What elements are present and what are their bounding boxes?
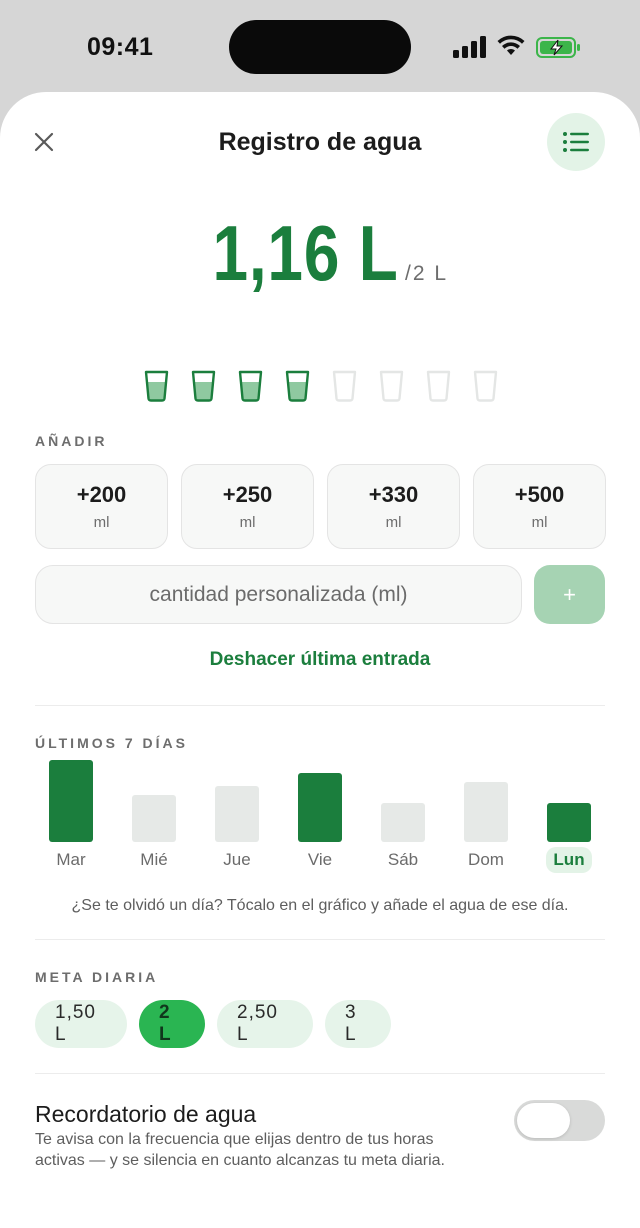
quick-add-unit: ml: [385, 514, 402, 531]
add-section-label: AÑADIR: [35, 433, 108, 449]
glass-filled-icon: [191, 370, 216, 402]
quick-add-amount: +330: [368, 482, 419, 507]
divider: [35, 939, 605, 940]
goal-option-1-5l[interactable]: 1,50 L: [35, 1000, 127, 1048]
history-bar-sáb[interactable]: [381, 803, 425, 842]
intake-goal: /2 L: [405, 262, 449, 285]
status-time: 09:41: [87, 33, 154, 61]
intake-value: 1,16 L: [212, 209, 399, 297]
reminder-description: Te avisa con la frecuencia que elijas de…: [35, 1131, 445, 1169]
history-day-label[interactable]: Sáb: [368, 850, 438, 870]
glass-filled-icon: [144, 370, 169, 402]
history-day-label[interactable]: Mié: [119, 850, 189, 870]
quick-add-buttons: +200 ml +250 ml +330 ml +500 ml: [35, 464, 606, 549]
glass-empty-icon: [379, 370, 404, 402]
goal-option-3l[interactable]: 3 L: [325, 1000, 391, 1048]
history-list-button[interactable]: [547, 113, 605, 171]
history-chart: Mar Mié Jue Vie Sáb Dom Lun: [35, 758, 605, 883]
water-log-sheet: Registro de agua 1,16 L /2 L AÑADIR +200…: [0, 92, 640, 1228]
history-bar-vie[interactable]: [298, 773, 342, 842]
status-bar: 09:41: [0, 0, 640, 92]
goal-section-label: META DIARIA: [35, 969, 159, 985]
history-day-label[interactable]: Vie: [285, 850, 355, 870]
history-day-label[interactable]: Dom: [451, 850, 521, 870]
wifi-icon: [497, 35, 525, 55]
glass-empty-icon: [426, 370, 451, 402]
goal-option-2l[interactable]: 2 L: [139, 1000, 205, 1048]
history-bar-mié[interactable]: [132, 795, 176, 842]
quick-add-250-button[interactable]: +250 ml: [181, 464, 314, 549]
quick-add-amount: +250: [222, 482, 273, 507]
glass-filled-icon: [238, 370, 263, 402]
dynamic-island: [229, 20, 411, 74]
divider: [35, 705, 605, 706]
glasses-progress: [144, 370, 498, 402]
glass-empty-icon: [332, 370, 357, 402]
quick-add-amount: +200: [76, 482, 127, 507]
glass-empty-icon: [473, 370, 498, 402]
goal-options: 1,50 L 2 L 2,50 L 3 L: [35, 1000, 391, 1048]
reminder-title: Recordatorio de agua: [35, 1101, 257, 1127]
battery-icon: [536, 37, 580, 58]
quick-add-500-button[interactable]: +500 ml: [473, 464, 606, 549]
quick-add-unit: ml: [531, 514, 548, 531]
intake-display: 1,16 L /2 L: [0, 208, 640, 299]
quick-add-200-button[interactable]: +200 ml: [35, 464, 168, 549]
history-day-label[interactable]: Jue: [202, 850, 272, 870]
history-bar-lun[interactable]: [547, 803, 591, 842]
history-section-label: ÚLTIMOS 7 DÍAS: [35, 735, 188, 751]
toggle-knob: [517, 1103, 570, 1138]
custom-amount-input[interactable]: cantidad personalizada (ml): [35, 565, 522, 624]
quick-add-330-button[interactable]: +330 ml: [327, 464, 460, 549]
reminder-toggle[interactable]: [514, 1100, 605, 1141]
quick-add-unit: ml: [239, 514, 256, 531]
undo-last-entry-link[interactable]: Deshacer última entrada: [0, 649, 640, 671]
goal-option-2-5l[interactable]: 2,50 L: [217, 1000, 313, 1048]
history-bar-mar[interactable]: [49, 760, 93, 842]
page-title: Registro de agua: [218, 128, 422, 156]
quick-add-unit: ml: [93, 514, 110, 531]
history-day-label[interactable]: Lun: [546, 847, 592, 873]
add-custom-button[interactable]: +: [534, 565, 605, 624]
list-icon: [563, 132, 589, 152]
glass-filled-icon: [285, 370, 310, 402]
history-hint: ¿Se te olvidó un día? Tócalo en el gráfi…: [71, 897, 569, 914]
quick-add-amount: +500: [514, 482, 565, 507]
history-bar-dom[interactable]: [464, 782, 508, 842]
signal-icon: [453, 36, 487, 58]
history-bar-jue[interactable]: [215, 786, 259, 842]
history-day-label[interactable]: Mar: [36, 850, 106, 870]
divider: [35, 1073, 605, 1074]
